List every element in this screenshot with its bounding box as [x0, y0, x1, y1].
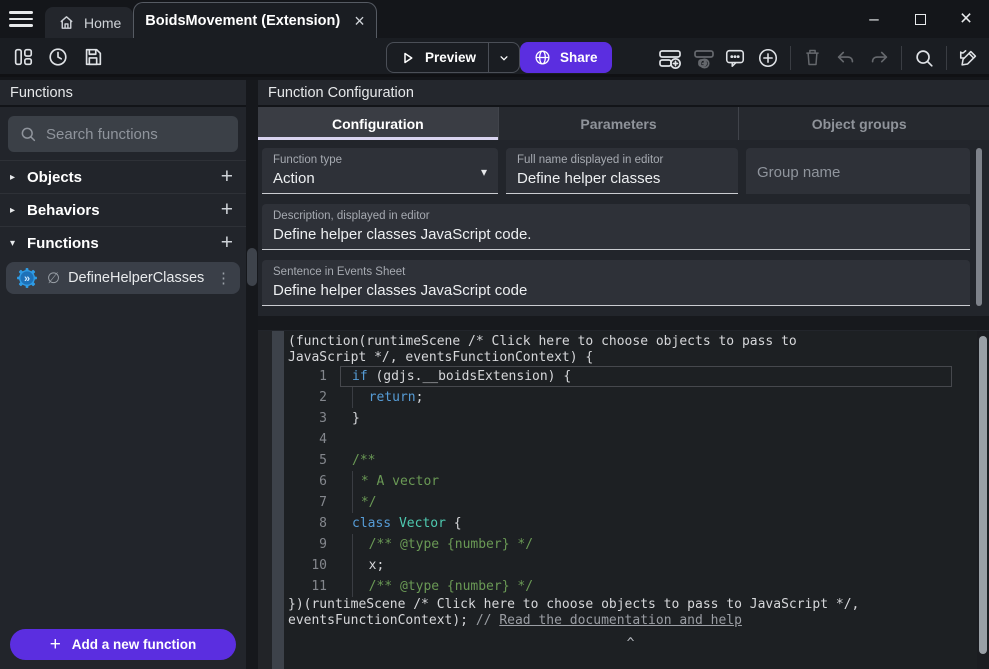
tree-label-functions: Functions — [27, 235, 221, 252]
editor-left-gutter — [258, 331, 284, 669]
full-name-label: Full name displayed in editor — [517, 154, 727, 166]
code-footer[interactable]: })(runtimeScene /* Click here to choose … — [284, 597, 977, 629]
tree-label-behaviors: Behaviors — [27, 202, 221, 219]
full-name-field[interactable]: Full name displayed in editor Define hel… — [506, 148, 738, 194]
description-label: Description, displayed in editor — [273, 210, 959, 222]
window-controls: – × — [851, 0, 989, 38]
function-type-select[interactable]: Function type Action ▾ — [262, 148, 498, 194]
tab-close-icon[interactable]: × — [354, 14, 365, 28]
preview-button[interactable]: Preview — [386, 42, 520, 73]
preview-label: Preview — [425, 50, 476, 65]
config-scrollbar[interactable] — [976, 148, 982, 306]
undo-icon — [835, 47, 857, 69]
sentence-value: Define helper classes JavaScript code — [273, 282, 959, 299]
maximize-icon — [915, 14, 926, 25]
group-name-field[interactable]: Group name — [746, 148, 970, 194]
editor-left-scrollbar[interactable] — [272, 331, 284, 669]
configuration-form: Function type Action ▾ Full name display… — [258, 140, 989, 330]
add-behavior-button[interactable]: + — [221, 200, 233, 220]
delete-icon — [802, 47, 824, 69]
preview-dropdown-button[interactable] — [489, 51, 519, 65]
description-value: Define helper classes JavaScript code. — [273, 226, 959, 243]
tab-configuration[interactable]: Configuration — [258, 107, 498, 140]
function-item-menu-icon[interactable]: ⋮ — [216, 269, 231, 287]
tab-home-label: Home — [84, 15, 121, 31]
add-function-plus-button[interactable]: + — [221, 233, 233, 253]
minimize-icon: – — [869, 9, 878, 29]
search-functions-input[interactable] — [46, 126, 245, 143]
home-icon — [58, 14, 75, 31]
sidebar-header: Functions — [0, 80, 246, 107]
group-name-placeholder: Group name — [757, 164, 959, 181]
expand-panel-handle[interactable]: ^ — [284, 637, 977, 650]
project-manager-icon[interactable] — [12, 46, 34, 68]
editor-scrollbar-thumb[interactable] — [979, 336, 987, 654]
add-comment-icon[interactable] — [724, 47, 746, 69]
main-header: Function Configuration — [258, 80, 989, 107]
plus-icon: + — [50, 634, 61, 656]
window-minimize-button[interactable]: – — [851, 0, 897, 38]
function-type-label: Function type — [273, 154, 487, 166]
app-body: Functions ▸ Objects + ▸ Behaviors + ▾ Fu… — [0, 80, 989, 669]
tab-parameters[interactable]: Parameters — [498, 107, 739, 140]
redo-icon — [868, 47, 890, 69]
titlebar: Home BoidsMovement (Extension) × – × — [0, 0, 989, 38]
full-name-value: Define helper classes — [517, 170, 727, 187]
code-lines[interactable]: 1if (gdjs.__boidsExtension) {2 return;3}… — [284, 366, 977, 597]
save-icon[interactable] — [82, 46, 104, 68]
configuration-tabs: Configuration Parameters Object groups — [258, 107, 989, 140]
code-header[interactable]: (function(runtimeScene /* Click here to … — [284, 334, 977, 366]
sentence-label: Sentence in Events Sheet — [273, 266, 959, 278]
tab-home[interactable]: Home — [45, 7, 133, 38]
function-type-value: Action — [273, 170, 487, 187]
function-item-definehelperclasses[interactable]: » ∅ DefineHelperClasses ⋮ — [6, 262, 240, 294]
section-divider — [258, 316, 989, 330]
panel-resize-handle[interactable] — [247, 248, 257, 286]
select-caret-icon: ▾ — [481, 165, 487, 179]
function-configuration-panel: Function Configuration Configuration Par… — [258, 80, 989, 669]
tree-section-functions[interactable]: ▾ Functions + — [0, 226, 246, 259]
svg-text:»: » — [24, 273, 30, 285]
tree-section-behaviors[interactable]: ▸ Behaviors + — [0, 193, 246, 226]
javascript-code-editor[interactable]: (function(runtimeScene /* Click here to … — [258, 331, 989, 669]
function-action-icon: » — [15, 266, 39, 290]
share-label: Share — [560, 50, 598, 65]
share-button[interactable]: Share — [520, 42, 612, 73]
add-subevent-icon — [691, 47, 713, 69]
add-new-function-label: Add a new function — [72, 637, 197, 652]
window-close-button[interactable]: × — [943, 0, 989, 38]
add-new-function-button[interactable]: + Add a new function — [10, 629, 236, 660]
toolbar: Preview Share — [0, 38, 989, 77]
chevron-right-icon: ▸ — [10, 205, 27, 216]
tab-boidsmovement[interactable]: BoidsMovement (Extension) × — [133, 2, 377, 38]
description-field[interactable]: Description, displayed in editor Define … — [262, 204, 970, 250]
private-function-icon: ∅ — [47, 269, 60, 287]
version-history-icon[interactable] — [47, 46, 69, 68]
sentence-field[interactable]: Sentence in Events Sheet Define helper c… — [262, 260, 970, 306]
window-maximize-button[interactable] — [897, 0, 943, 38]
panel-divider — [246, 80, 258, 669]
add-circle-icon[interactable] — [757, 47, 779, 69]
tab-object-groups[interactable]: Object groups — [738, 107, 979, 140]
tree-label-objects: Objects — [27, 169, 221, 186]
chevron-down-icon: ▾ — [10, 238, 27, 249]
add-event-icon[interactable] — [658, 47, 680, 69]
search-functions-box[interactable] — [8, 116, 238, 152]
play-icon — [399, 49, 417, 67]
hamburger-menu-icon[interactable] — [9, 8, 33, 30]
search-icon[interactable] — [913, 47, 935, 69]
functions-sidebar: Functions ▸ Objects + ▸ Behaviors + ▾ Fu… — [0, 80, 246, 669]
close-icon: × — [960, 14, 972, 24]
tree-section-objects[interactable]: ▸ Objects + — [0, 160, 246, 193]
globe-icon — [534, 49, 551, 66]
search-input-icon — [19, 125, 37, 143]
add-object-button[interactable]: + — [221, 167, 233, 187]
tab-active-label: BoidsMovement (Extension) — [145, 13, 340, 29]
chevron-right-icon: ▸ — [10, 172, 27, 183]
code-content[interactable]: (function(runtimeScene /* Click here to … — [284, 331, 977, 669]
edit-extension-icon[interactable] — [958, 47, 980, 69]
editor-scrollbar-track[interactable] — [977, 331, 989, 669]
function-item-label: DefineHelperClasses — [68, 270, 208, 286]
